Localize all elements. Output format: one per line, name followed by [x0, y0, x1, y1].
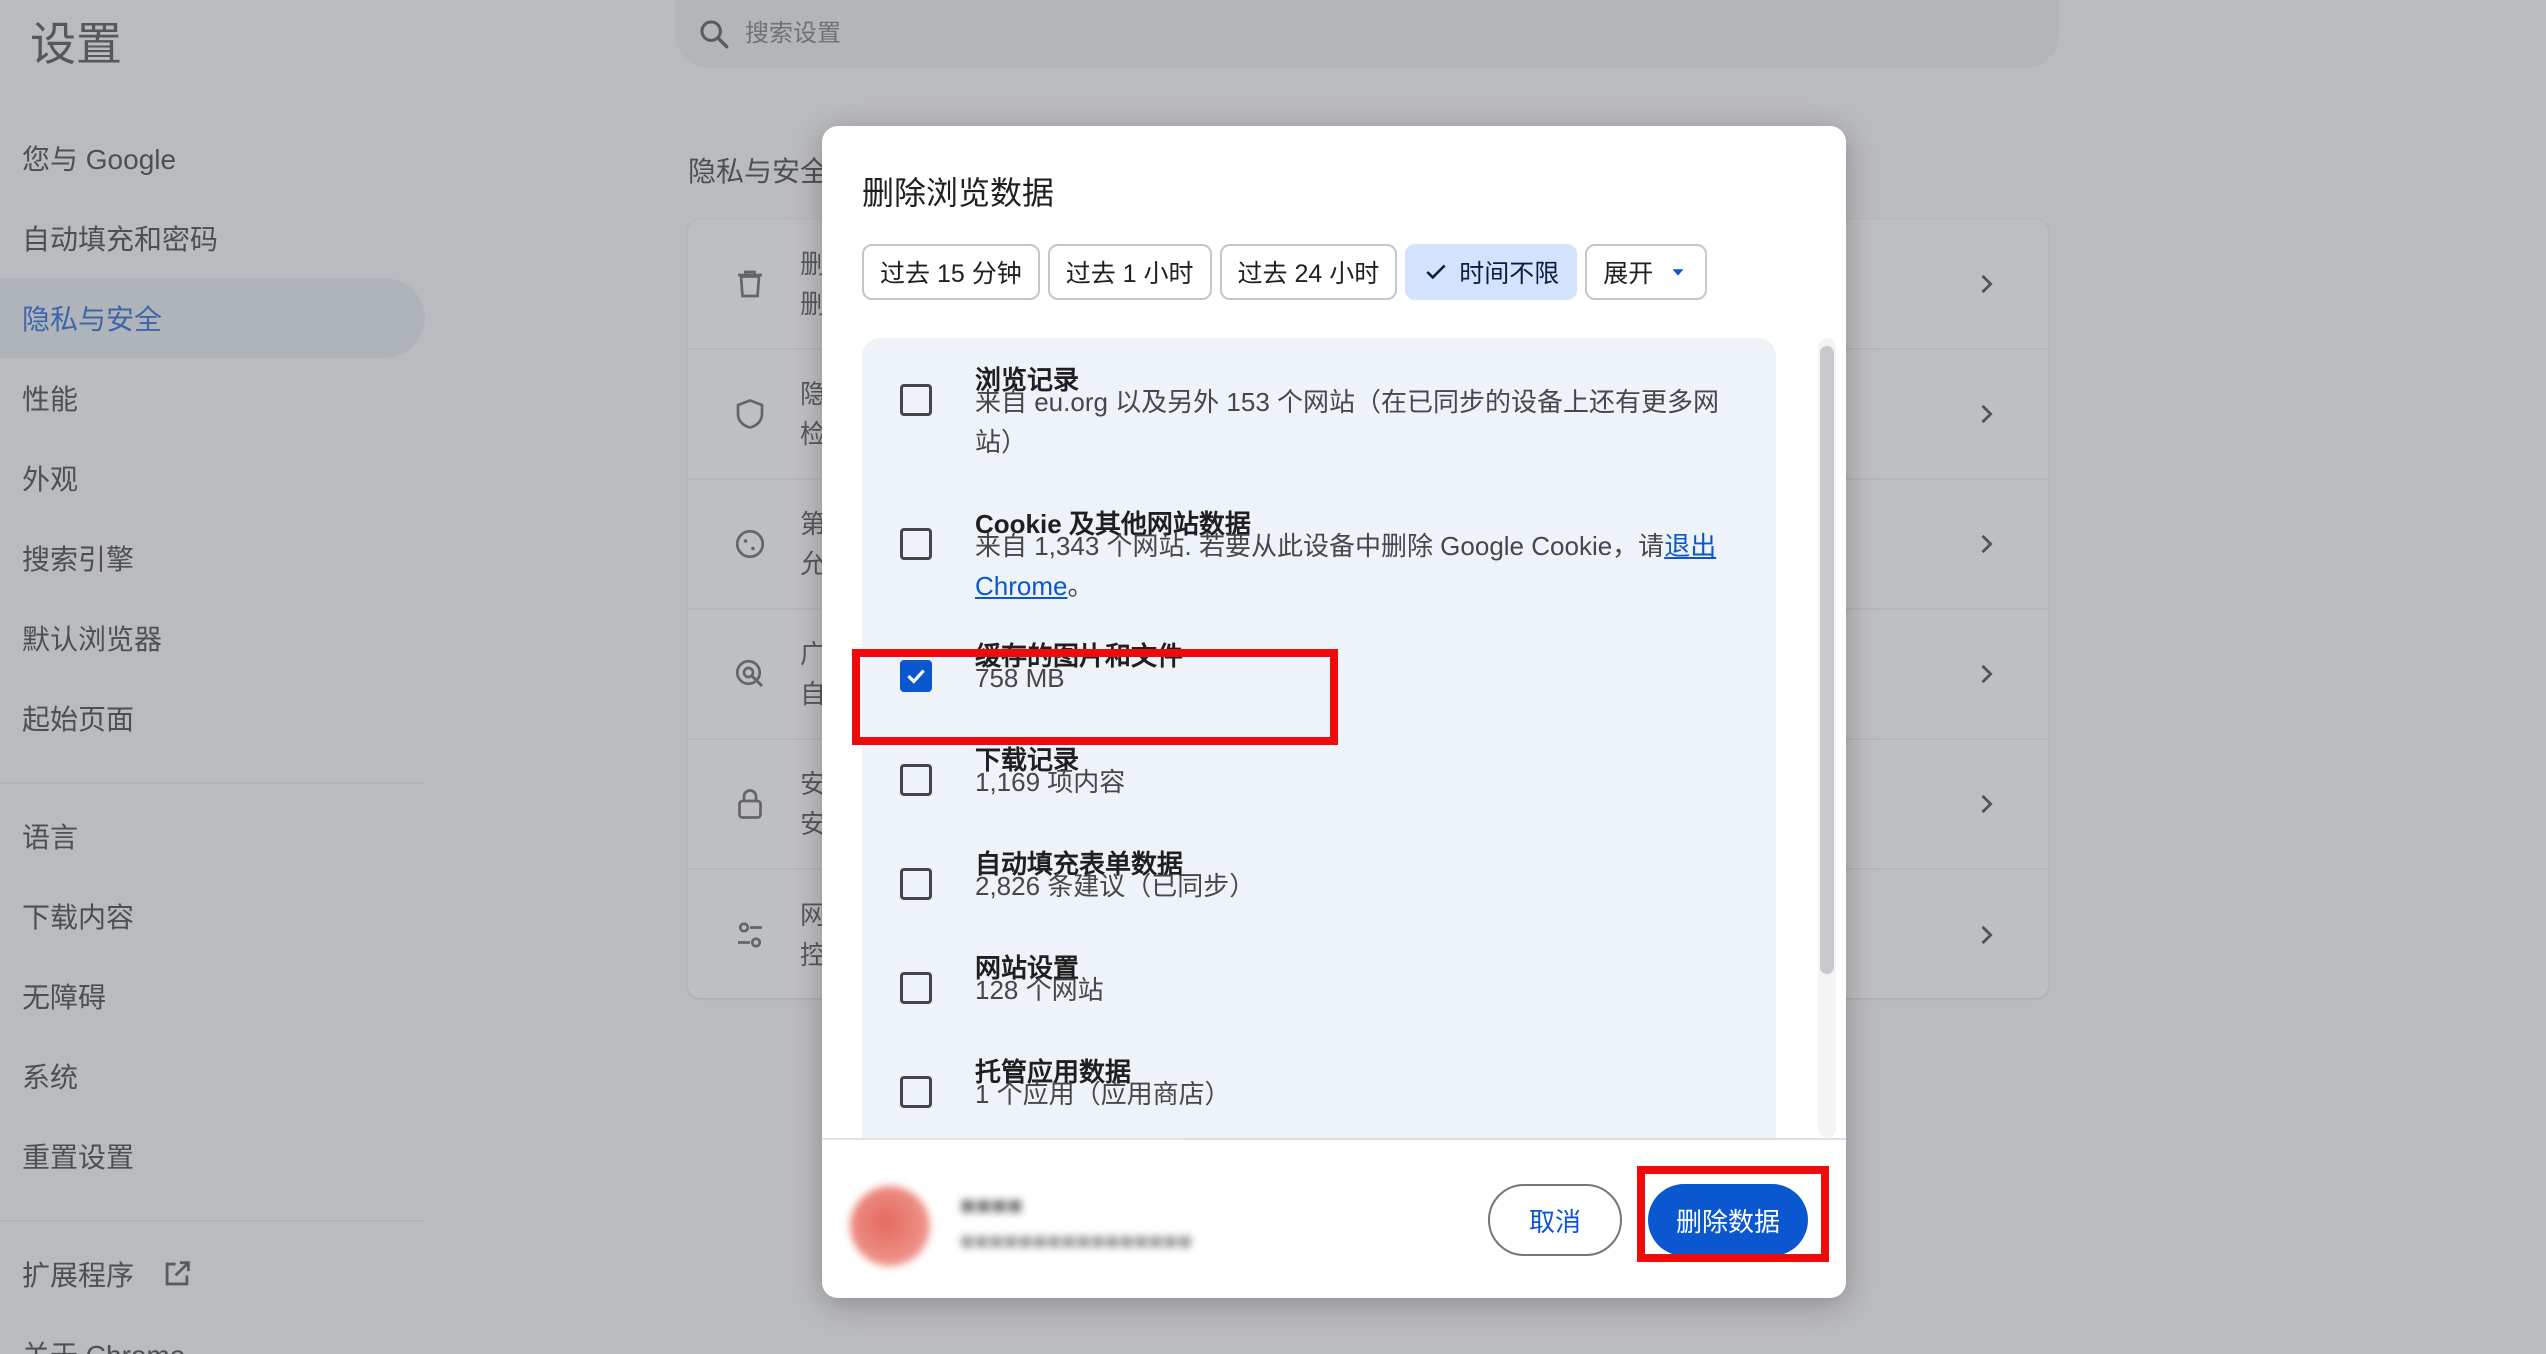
account-email-redacted: ■■■■■■■■■■■■■■■■	[960, 1228, 1192, 1255]
item-description: 1 个应用（应用商店）	[975, 1079, 1231, 1109]
item-description: 128 个网站	[975, 975, 1104, 1005]
chip-all-time[interactable]: 时间不限	[1405, 244, 1578, 300]
item-description: 来自 1,343 个网站. 若要从此设备中删除 Google Cookie，请退…	[975, 526, 1745, 606]
list-item-site-settings[interactable]: 网站设置 128 个网站	[862, 938, 1776, 1042]
chip-last-hour[interactable]: 过去 1 小时	[1047, 244, 1212, 300]
checkbox-download-history[interactable]	[900, 764, 932, 796]
chip-last-24-hours[interactable]: 过去 24 小时	[1219, 244, 1398, 300]
highlight-cached-images	[852, 649, 1338, 745]
checkbox-autofill-data[interactable]	[900, 868, 932, 900]
desc-suffix: 。	[1067, 571, 1094, 601]
dialog-title: 删除浏览数据	[862, 175, 1055, 211]
check-icon	[1426, 264, 1446, 280]
list-item-autofill-data[interactable]: 自动填充表单数据 2,826 条建议（已同步）	[862, 834, 1776, 938]
chip-label: 展开	[1603, 260, 1654, 288]
caret-down-icon	[1672, 269, 1684, 276]
item-description: 来自 eu.org 以及另外 153 个网站（在已同步的设备上还有更多网站）	[975, 387, 1719, 457]
chip-expand-dropdown[interactable]: 展开	[1585, 244, 1708, 300]
checkbox-browsing-history[interactable]	[900, 384, 932, 416]
account-name-redacted: ■■■■	[960, 1190, 1023, 1220]
checkbox-cookies[interactable]	[900, 528, 932, 560]
desc-text: 来自 1,343 个网站. 若要从此设备中删除 Google Cookie，请	[975, 531, 1665, 561]
list-item-hosted-app-data[interactable]: 托管应用数据 1 个应用（应用商店）	[862, 1042, 1776, 1138]
list-item-cookies[interactable]: Cookie 及其他网站数据 来自 1,343 个网站. 若要从此设备中删除 G…	[862, 482, 1776, 626]
checkbox-site-settings[interactable]	[900, 972, 932, 1004]
account-info-blurred: ■■■■ ■■■■■■■■■■■■■■■■	[822, 1144, 1192, 1298]
chip-label: 时间不限	[1459, 260, 1560, 288]
highlight-delete-button	[1637, 1166, 1829, 1262]
scrollbar-thumb[interactable]	[1820, 346, 1834, 974]
cancel-button[interactable]: 取消	[1488, 1184, 1622, 1256]
chip-last-15-minutes[interactable]: 过去 15 分钟	[862, 244, 1040, 300]
item-description: 2,826 条建议（已同步）	[975, 871, 1256, 901]
footer-divider	[822, 1138, 1846, 1140]
list-item-download-history[interactable]: 下载记录 1,169 项内容	[862, 730, 1776, 834]
list-item-browsing-history[interactable]: 浏览记录 来自 eu.org 以及另外 153 个网站（在已同步的设备上还有更多…	[862, 338, 1776, 482]
item-description: 1,169 项内容	[975, 767, 1126, 797]
checkbox-hosted-app-data[interactable]	[900, 1076, 932, 1108]
time-range-chips: 过去 15 分钟 过去 1 小时 过去 24 小时 时间不限 展开	[862, 244, 1708, 300]
avatar	[850, 1186, 930, 1266]
